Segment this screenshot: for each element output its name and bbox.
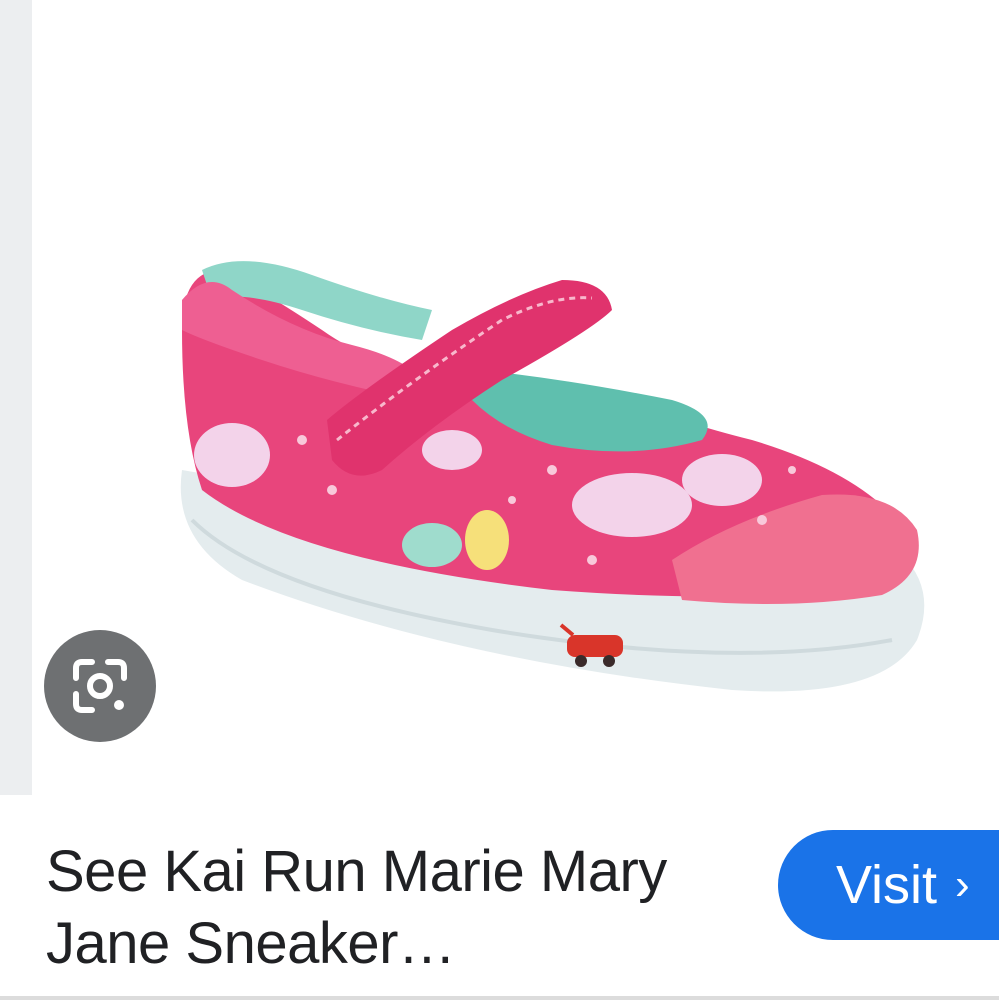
shoe-illustration <box>180 261 925 692</box>
lens-search-button[interactable] <box>44 630 156 742</box>
divider <box>0 996 999 1000</box>
left-gutter <box>0 0 32 795</box>
product-title-line2: Jane Sneaker… <box>46 911 456 976</box>
google-lens-icon <box>73 659 127 713</box>
visit-button-label: Visit <box>836 855 938 915</box>
visit-button[interactable]: Visit › <box>778 830 999 940</box>
product-title-line1: See Kai Run Marie Mary <box>46 839 667 904</box>
product-title[interactable]: See Kai Run Marie Mary Jane Sneaker… <box>46 836 746 980</box>
chevron-right-icon: › <box>955 860 970 909</box>
product-image[interactable] <box>32 0 999 795</box>
